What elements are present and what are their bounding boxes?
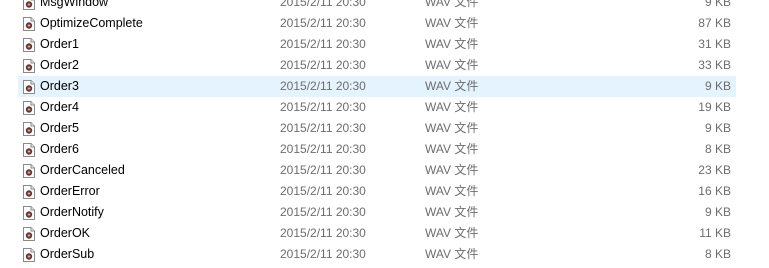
wav-file-icon [23, 164, 35, 178]
file-name: OrderOK [40, 226, 91, 240]
file-date-modified: 2015/2/11 20:30 [280, 142, 366, 156]
file-date-modified: 2015/2/11 20:30 [280, 37, 366, 51]
file-type: WAV 文件 [425, 0, 479, 9]
wav-file-icon [23, 227, 35, 241]
file-date-modified: 2015/2/11 20:30 [280, 226, 366, 240]
file-row[interactable]: Order2 2015/2/11 20:30 WAV 文件 33 KB [18, 55, 736, 76]
wav-file-icon [23, 206, 35, 220]
file-name: OrderError [40, 184, 100, 198]
file-size: 11 KB [699, 226, 731, 240]
file-date-modified: 2015/2/11 20:30 [280, 163, 366, 177]
file-date-modified: 2015/2/11 20:30 [280, 184, 366, 198]
wav-file-icon [23, 38, 35, 52]
file-row[interactable]: Order5 2015/2/11 20:30 WAV 文件 9 KB [18, 118, 736, 139]
file-row[interactable]: Order1 2015/2/11 20:30 WAV 文件 31 KB [18, 34, 736, 55]
wav-file-icon [23, 122, 35, 136]
file-type: WAV 文件 [425, 79, 479, 93]
wav-file-icon [23, 143, 35, 157]
file-type: WAV 文件 [425, 37, 479, 51]
file-name: OrderSub [40, 247, 95, 261]
file-size: 8 KB [704, 142, 731, 156]
file-list: MsgWindow 2015/2/11 20:30 WAV 文件 9 KB Op… [0, 0, 769, 265]
file-name: OrderNotify [40, 205, 104, 219]
file-row[interactable]: Order6 2015/2/11 20:30 WAV 文件 8 KB [18, 139, 736, 160]
file-type: WAV 文件 [425, 16, 479, 30]
file-size: 31 KB [698, 37, 731, 51]
file-row[interactable]: OptimizeComplete 2015/2/11 20:30 WAV 文件 … [18, 13, 736, 34]
file-type: WAV 文件 [425, 58, 479, 72]
file-row[interactable]: Order4 2015/2/11 20:30 WAV 文件 19 KB [18, 97, 736, 118]
wav-file-icon [23, 248, 35, 262]
file-size: 9 KB [704, 0, 731, 9]
file-row[interactable]: OrderNotify 2015/2/11 20:30 WAV 文件 9 KB [18, 202, 736, 223]
file-date-modified: 2015/2/11 20:30 [280, 79, 366, 93]
file-name: OrderCanceled [40, 163, 125, 177]
file-type: WAV 文件 [425, 205, 479, 219]
file-row[interactable]: OrderOK 2015/2/11 20:30 WAV 文件 11 KB [18, 223, 736, 244]
file-date-modified: 2015/2/11 20:30 [280, 247, 366, 261]
file-name: MsgWindow [40, 0, 109, 9]
wav-file-icon [23, 0, 35, 10]
file-date-modified: 2015/2/11 20:30 [280, 16, 366, 30]
file-type: WAV 文件 [425, 121, 479, 135]
file-row[interactable]: OrderError 2015/2/11 20:30 WAV 文件 16 KB [18, 181, 736, 202]
file-name: Order6 [40, 142, 79, 156]
wav-file-icon [23, 185, 35, 199]
wav-file-icon [23, 80, 35, 94]
file-type: WAV 文件 [425, 163, 479, 177]
file-name: Order1 [40, 37, 79, 51]
wav-file-icon [23, 17, 35, 31]
file-size: 8 KB [704, 247, 731, 261]
file-date-modified: 2015/2/11 20:30 [280, 121, 366, 135]
file-size: 9 KB [704, 121, 731, 135]
file-date-modified: 2015/2/11 20:30 [280, 205, 366, 219]
file-name: Order3 [40, 79, 79, 93]
file-row-selected[interactable]: Order3 2015/2/11 20:30 WAV 文件 9 KB [18, 76, 736, 97]
file-row[interactable]: MsgWindow 2015/2/11 20:30 WAV 文件 9 KB [18, 0, 736, 13]
file-name: Order5 [40, 121, 79, 135]
file-size: 33 KB [698, 58, 731, 72]
file-name: Order4 [40, 100, 79, 114]
file-date-modified: 2015/2/11 20:30 [280, 100, 366, 114]
wav-file-icon [23, 101, 35, 115]
file-row[interactable]: OrderCanceled 2015/2/11 20:30 WAV 文件 23 … [18, 160, 736, 181]
file-name: OptimizeComplete [40, 16, 143, 30]
file-type: WAV 文件 [425, 247, 479, 261]
file-row[interactable]: OrderSub 2015/2/11 20:30 WAV 文件 8 KB [18, 244, 736, 265]
file-size: 87 KB [698, 16, 731, 30]
file-size: 16 KB [698, 184, 731, 198]
file-size: 19 KB [698, 100, 731, 114]
file-size: 9 KB [704, 205, 731, 219]
file-date-modified: 2015/2/11 20:30 [280, 0, 366, 9]
file-size: 23 KB [698, 163, 731, 177]
file-type: WAV 文件 [425, 100, 479, 114]
file-size: 9 KB [704, 79, 731, 93]
file-name: Order2 [40, 58, 79, 72]
file-type: WAV 文件 [425, 184, 479, 198]
wav-file-icon [23, 59, 35, 73]
file-type: WAV 文件 [425, 226, 479, 240]
file-type: WAV 文件 [425, 142, 479, 156]
file-date-modified: 2015/2/11 20:30 [280, 58, 366, 72]
